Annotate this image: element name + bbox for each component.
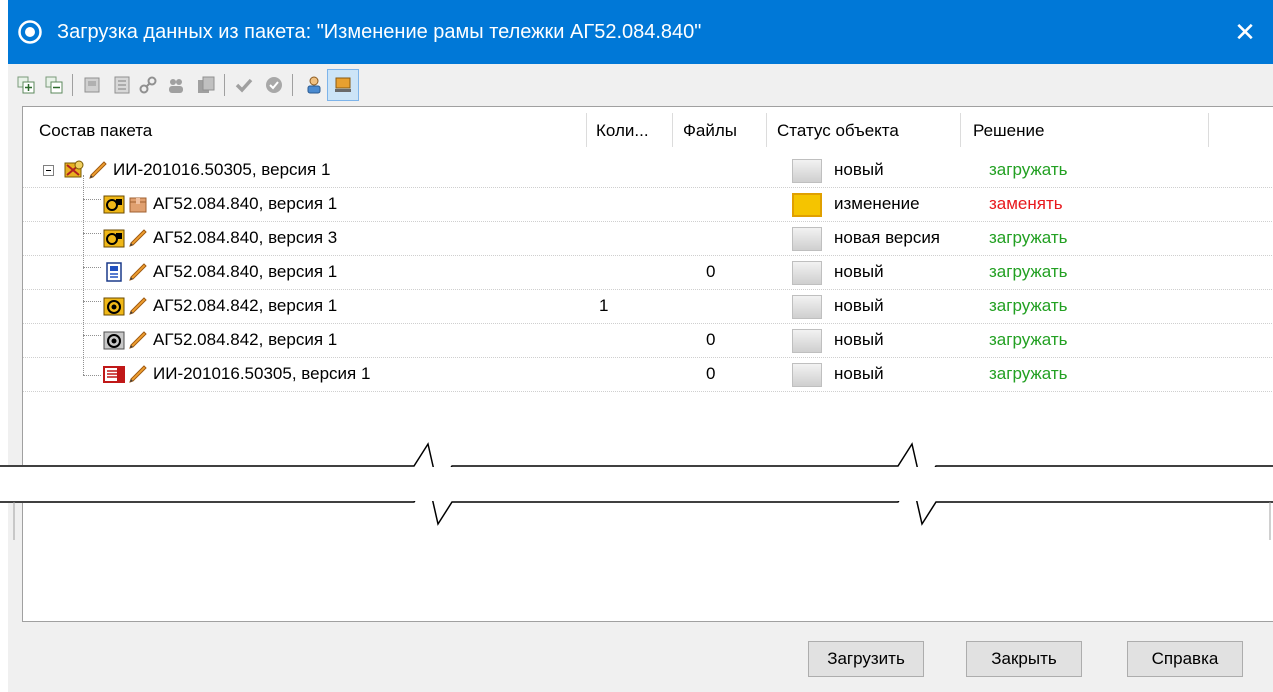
- status-indicator: [792, 261, 822, 285]
- assembly-icon: [103, 227, 125, 249]
- part-icon: [103, 295, 125, 317]
- column-header-quantity[interactable]: Коли...: [596, 119, 649, 143]
- status-indicator: [792, 227, 822, 251]
- column-divider[interactable]: [766, 113, 767, 147]
- column-header-decision[interactable]: Решение: [973, 119, 1044, 143]
- column-divider[interactable]: [960, 113, 961, 147]
- omission-break: [0, 465, 1273, 503]
- table-row[interactable]: АГ52.084.842, версия 1 0 новый загружать: [23, 323, 1273, 358]
- copy-icon[interactable]: [194, 73, 218, 97]
- row-files: 0: [706, 262, 716, 281]
- pencil-icon: [127, 227, 149, 249]
- table-row[interactable]: ИИ-201016.50305, версия 1 0 новый загруж…: [23, 357, 1273, 392]
- help-button[interactable]: Справка: [1127, 641, 1243, 677]
- row-decision[interactable]: загружать: [989, 221, 1068, 255]
- table-row[interactable]: АГ52.084.840, версия 1 0 новый загружать: [23, 255, 1273, 290]
- status-indicator: [792, 329, 822, 353]
- load-button[interactable]: Загрузить: [808, 641, 924, 677]
- dialog-window: Загрузка данных из пакета: "Изменение ра…: [8, 0, 1273, 692]
- column-header-composition[interactable]: Состав пакета: [39, 119, 152, 143]
- row-name: ИИ-201016.50305, версия 1: [113, 160, 331, 179]
- assembly-icon: [103, 193, 125, 215]
- column-header-status[interactable]: Статус объекта: [777, 119, 899, 143]
- row-name: АГ52.084.840, версия 1: [153, 194, 338, 213]
- group-icon[interactable]: [164, 73, 188, 97]
- toolbar-separator: [292, 74, 293, 96]
- monitor-icon[interactable]: [327, 69, 359, 101]
- row-status: новая версия: [834, 228, 941, 247]
- status-indicator: [792, 363, 822, 387]
- list-icon[interactable]: [110, 73, 134, 97]
- row-decision[interactable]: загружать: [989, 289, 1068, 323]
- row-status: новый: [834, 262, 884, 281]
- close-icon[interactable]: ✕: [1225, 12, 1265, 52]
- row-status: изменение: [834, 194, 920, 213]
- pencil-icon: [127, 329, 149, 351]
- pencil-icon: [127, 261, 149, 283]
- table-row[interactable]: ИИ-201016.50305, версия 1 новый загружат…: [23, 153, 1273, 188]
- row-decision[interactable]: загружать: [989, 153, 1068, 187]
- row-status: новый: [834, 364, 884, 383]
- row-decision[interactable]: загружать: [989, 255, 1068, 289]
- column-divider[interactable]: [1208, 113, 1209, 147]
- toolbar-separator: [72, 74, 73, 96]
- row-name: АГ52.084.840, версия 3: [153, 228, 338, 247]
- pencil-icon: [127, 295, 149, 317]
- collapse-all-icon[interactable]: [42, 73, 66, 97]
- box-icon: [127, 193, 149, 215]
- pencil-icon: [87, 159, 109, 181]
- row-files: 0: [706, 330, 716, 349]
- row-decision[interactable]: загружать: [989, 323, 1068, 357]
- pencil-icon: [127, 363, 149, 385]
- status-indicator: [792, 295, 822, 319]
- table-row[interactable]: АГ52.084.842, версия 1 1 новый загружать: [23, 289, 1273, 324]
- window-title: Загрузка данных из пакета: "Изменение ра…: [57, 21, 702, 43]
- status-indicator: [792, 159, 822, 183]
- drawing-icon: [103, 261, 125, 283]
- toolbar-separator: [224, 74, 225, 96]
- status-indicator: [792, 193, 822, 217]
- row-qty: 1: [599, 296, 609, 315]
- row-status: новый: [834, 330, 884, 349]
- check-icon[interactable]: [232, 73, 256, 97]
- row-decision[interactable]: заменять: [989, 187, 1063, 221]
- notice-icon: [103, 363, 125, 385]
- document-icon[interactable]: [80, 73, 104, 97]
- row-name: АГ52.084.842, версия 1: [153, 330, 338, 349]
- table-row[interactable]: АГ52.084.840, версия 1 изменение заменят…: [23, 187, 1273, 222]
- title-bar: Загрузка данных из пакета: "Изменение ра…: [8, 0, 1273, 64]
- part-gray-icon: [103, 329, 125, 351]
- row-files: 0: [706, 364, 716, 383]
- table-row[interactable]: АГ52.084.840, версия 3 новая версия загр…: [23, 221, 1273, 256]
- close-button[interactable]: Закрыть: [966, 641, 1082, 677]
- row-name: АГ52.084.842, версия 1: [153, 296, 338, 315]
- row-status: новый: [834, 296, 884, 315]
- app-logo-icon: [18, 20, 42, 44]
- column-header-files[interactable]: Файлы: [683, 119, 737, 143]
- package-icon: [63, 159, 85, 181]
- package-tree-table[interactable]: Состав пакета Коли... Файлы Статус объек…: [22, 106, 1273, 622]
- user-icon[interactable]: [302, 73, 326, 97]
- expand-all-icon[interactable]: [14, 73, 38, 97]
- column-divider[interactable]: [672, 113, 673, 147]
- cancel-icon[interactable]: [262, 73, 286, 97]
- toolbar: [8, 64, 1273, 106]
- link-icon[interactable]: [136, 73, 160, 97]
- row-name: АГ52.084.840, версия 1: [153, 262, 338, 281]
- row-status: новый: [834, 160, 884, 179]
- row-decision[interactable]: загружать: [989, 357, 1068, 391]
- row-name: ИИ-201016.50305, версия 1: [153, 364, 371, 383]
- column-divider[interactable]: [586, 113, 587, 147]
